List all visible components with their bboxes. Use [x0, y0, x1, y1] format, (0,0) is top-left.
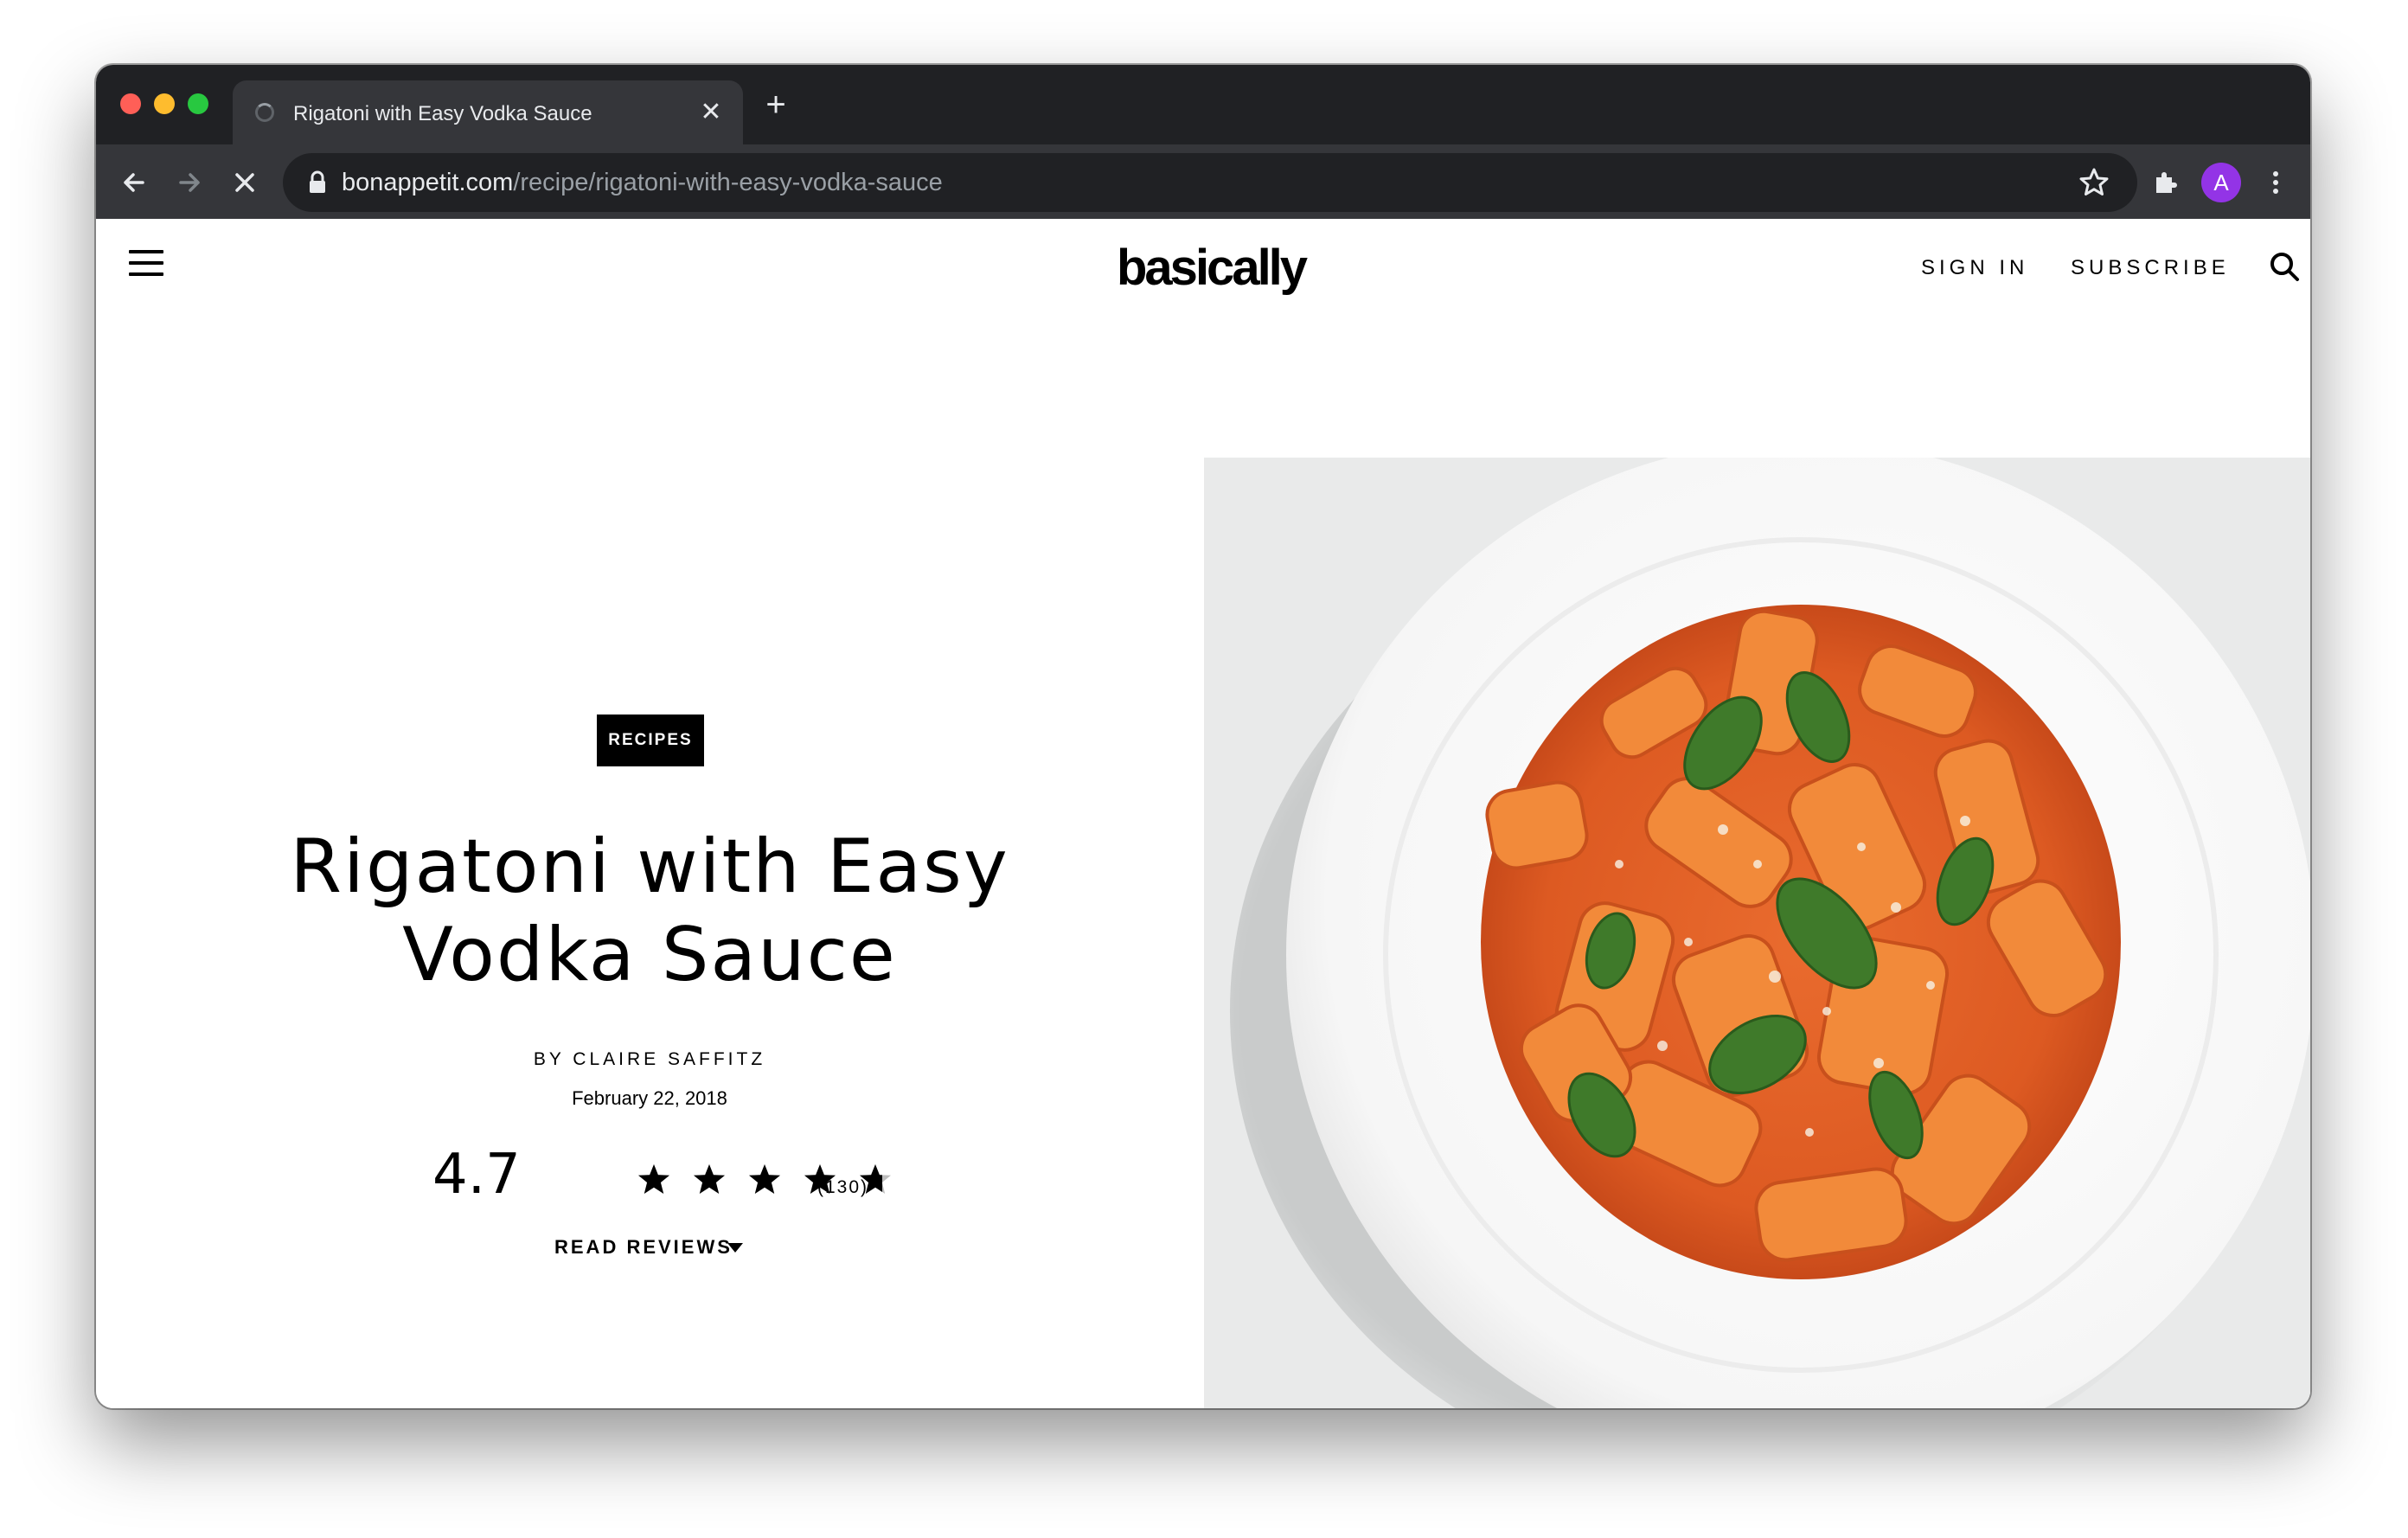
url-path: /recipe/rigatoni-with-easy-vodka-sauce — [513, 169, 943, 196]
address-bar[interactable]: bonappetit.com/recipe/rigatoni-with-easy… — [283, 153, 2137, 212]
recipe-title: Rigatoni with Easy Vodka Sauce — [217, 823, 1082, 999]
tab-close-button[interactable]: ✕ — [696, 98, 726, 127]
bookmark-star-icon[interactable] — [2077, 165, 2111, 200]
tab-strip: Rigatoni with Easy Vodka Sauce ✕ + — [96, 65, 2310, 144]
rating-star-icon — [692, 1163, 727, 1197]
subscribe-link[interactable]: SUBSCRIBE — [2071, 255, 2230, 281]
recipe-title-line-1: Rigatoni with Easy — [290, 823, 1009, 910]
puzzle-icon[interactable] — [2146, 162, 2187, 203]
browser-window: Rigatoni with Easy Vodka Sauce ✕ + bonap… — [96, 65, 2310, 1408]
back-arrow-icon[interactable] — [113, 162, 155, 203]
search-icon[interactable] — [2269, 251, 2300, 282]
stop-loading-icon[interactable] — [224, 162, 266, 203]
tab-title: Rigatoni with Easy Vodka Sauce — [293, 102, 592, 125]
sign-in-link[interactable]: SIGN IN — [1921, 255, 2028, 281]
url-domain: bonappetit.com — [342, 169, 514, 196]
rating-star-icon — [637, 1163, 671, 1197]
new-tab-button[interactable]: + — [759, 87, 793, 122]
publish-date: February 22, 2018 — [572, 1087, 727, 1109]
rating-value: 4.7 — [432, 1143, 521, 1207]
url-text[interactable]: bonappetit.com/recipe/rigatoni-with-easy… — [342, 153, 943, 212]
category-badge[interactable]: RECIPES — [597, 715, 704, 766]
hamburger-icon[interactable] — [129, 250, 163, 279]
read-reviews-button[interactable]: READ REVIEWS — [554, 1236, 733, 1259]
web-page: basically SIGN IN SUBSCRIBE RECIPES Riga… — [96, 219, 2310, 1408]
window-minimize-button[interactable] — [154, 93, 175, 114]
caret-down-icon — [727, 1243, 743, 1253]
recipe-title-line-2: Vodka Sauce — [402, 912, 897, 998]
author-byline[interactable]: BY CLAIRE SAFFITZ — [390, 1049, 909, 1070]
rating-star-icon — [747, 1163, 782, 1197]
recipe-hero-image — [1204, 458, 2310, 1408]
lock-icon[interactable] — [307, 170, 328, 195]
rating-count: (130) — [817, 1177, 869, 1197]
kebab-menu-icon[interactable] — [2255, 162, 2296, 203]
browser-tab-active[interactable]: Rigatoni with Easy Vodka Sauce ✕ — [233, 80, 743, 144]
profile-avatar[interactable]: A — [2201, 163, 2241, 202]
site-logo[interactable]: basically — [1117, 238, 1308, 298]
loading-spinner-icon — [255, 103, 274, 122]
window-maximize-button[interactable] — [188, 93, 208, 114]
window-close-button[interactable] — [120, 93, 141, 114]
forward-arrow-icon[interactable] — [169, 162, 210, 203]
